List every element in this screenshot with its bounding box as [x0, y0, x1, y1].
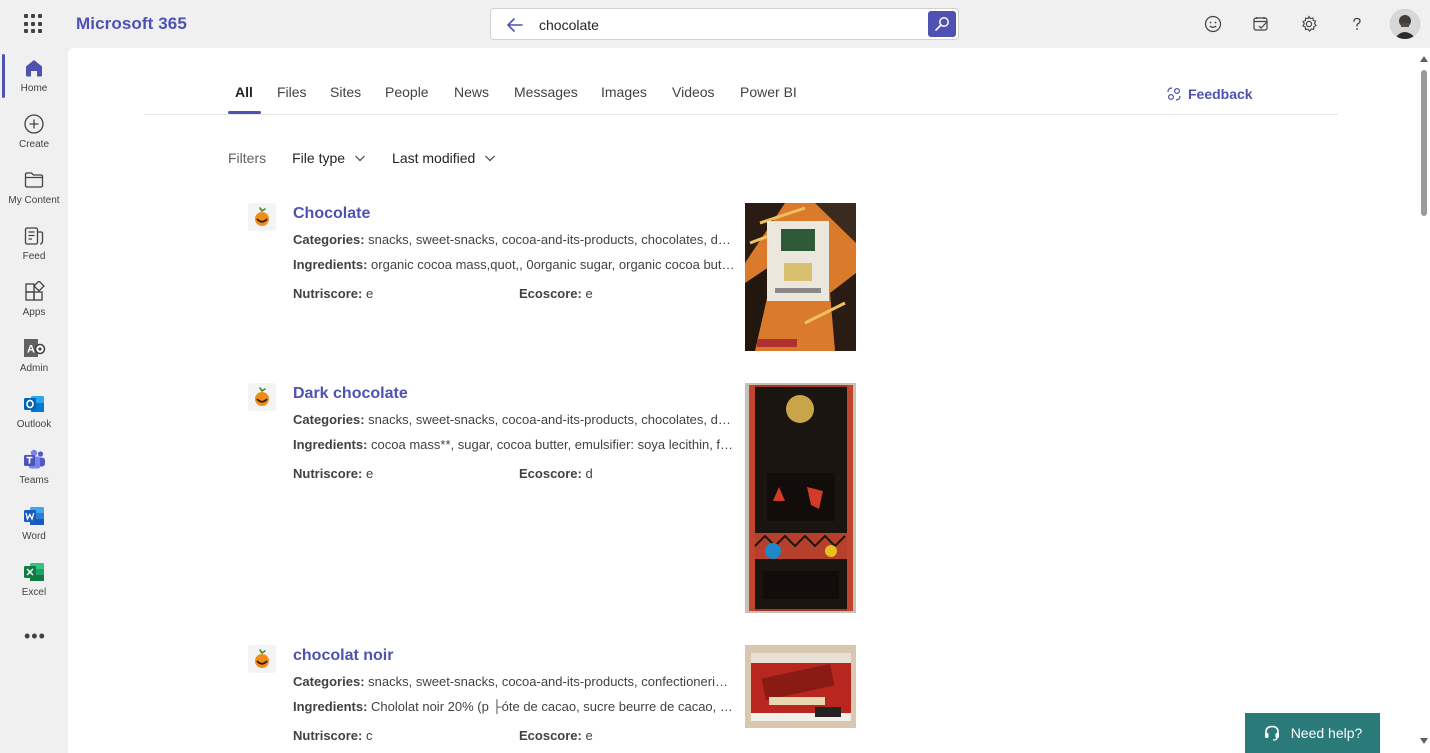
chevron-down-icon: [355, 155, 365, 162]
orange-logo-icon: [248, 203, 276, 231]
result-nutriscore: Nutriscore: e: [293, 466, 374, 481]
teams-icon: [22, 448, 46, 472]
search-button[interactable]: [928, 11, 956, 37]
result-ingredients: Ingredients: cocoa mass**, sugar, cocoa …: [293, 437, 735, 452]
back-arrow-icon[interactable]: [505, 15, 525, 35]
app-launcher-icon[interactable]: [24, 14, 44, 34]
orange-logo-icon: [248, 383, 276, 411]
plus-circle-icon: [22, 112, 46, 136]
product-thumbnail[interactable]: [745, 383, 856, 613]
rail-item-create[interactable]: Create: [0, 104, 68, 160]
rail-label: Create: [18, 139, 49, 150]
excel-icon: [22, 560, 46, 584]
feedback-icon: [1167, 87, 1181, 101]
product-thumbnail[interactable]: [745, 203, 856, 351]
rail-item-apps[interactable]: Apps: [0, 272, 68, 328]
need-help-label: Need help?: [1290, 725, 1363, 741]
result-nutriscore: Nutriscore: e: [293, 286, 374, 301]
feedback-label: Feedback: [1188, 86, 1253, 102]
need-help-button[interactable]: Need help?: [1245, 713, 1380, 753]
file-type-filter[interactable]: File type: [292, 150, 366, 166]
headset-icon: [1264, 725, 1279, 741]
tab-news[interactable]: News: [454, 84, 489, 100]
rail-item-feed[interactable]: Feed: [0, 216, 68, 272]
rail-item-word[interactable]: Word: [0, 496, 68, 552]
folder-icon: [22, 168, 46, 192]
search-icon: [935, 17, 949, 31]
left-rail: Home Create My Content Feed Apps A Admin: [0, 48, 68, 753]
tab-messages[interactable]: Messages: [514, 84, 578, 100]
rail-item-my-content[interactable]: My Content: [0, 160, 68, 216]
more-apps-icon[interactable]: •••: [24, 626, 46, 647]
result-nutriscore: Nutriscore: c: [293, 728, 373, 743]
rail-item-excel[interactable]: Excel: [0, 552, 68, 608]
file-type-label: File type: [292, 150, 346, 166]
result-categories: Categories: snacks, sweet-snacks, cocoa-…: [293, 412, 735, 427]
result-ecoscore: Ecoscore: e: [519, 286, 593, 301]
result-title[interactable]: Dark chocolate: [293, 385, 408, 403]
rail-item-outlook[interactable]: Outlook: [0, 384, 68, 440]
tab-files[interactable]: Files: [277, 84, 307, 100]
rail-label: Excel: [21, 587, 47, 598]
result-ingredients: Ingredients: organic cocoa mass,quot,, 0…: [293, 257, 735, 272]
result-ingredients: Ingredients: Chololat noir 20% (p ├óte d…: [293, 699, 735, 714]
orange-logo-icon: [248, 645, 276, 673]
gear-icon[interactable]: [1298, 13, 1320, 35]
tab-power-bi[interactable]: Power BI: [740, 84, 797, 100]
result-categories: Categories: snacks, sweet-snacks, cocoa-…: [293, 232, 735, 247]
scroll-up-icon[interactable]: [1420, 56, 1428, 62]
brand-title[interactable]: Microsoft 365: [76, 14, 187, 34]
svg-text:A: A: [27, 344, 35, 356]
feed-icon: [22, 224, 46, 248]
admin-icon: A: [22, 336, 46, 360]
result-ecoscore: Ecoscore: e: [519, 728, 593, 743]
tab-sites[interactable]: Sites: [330, 84, 361, 100]
scroll-down-icon[interactable]: [1420, 738, 1428, 744]
avatar[interactable]: [1390, 9, 1420, 39]
chevron-down-icon: [485, 155, 496, 162]
result-categories: Categories: snacks, sweet-snacks, cocoa-…: [293, 674, 735, 689]
tab-images[interactable]: Images: [601, 84, 647, 100]
feedback-button[interactable]: Feedback: [1166, 86, 1253, 102]
filters-bar: Filters File type Last modified: [228, 150, 496, 166]
apps-icon: [22, 280, 46, 304]
rail-label: Feed: [22, 251, 46, 262]
filters-label: Filters: [228, 150, 267, 166]
scroll-thumb[interactable]: [1421, 70, 1427, 216]
tab-people[interactable]: People: [385, 84, 429, 100]
smiley-feedback-icon[interactable]: [1202, 13, 1224, 35]
last-modified-label: Last modified: [392, 150, 476, 166]
top-bar: Microsoft 365 chocolate: [0, 0, 1430, 48]
tab-all[interactable]: All: [235, 84, 253, 100]
help-icon[interactable]: [1346, 13, 1368, 35]
rail-label: Admin: [19, 363, 49, 374]
rail-label: Outlook: [16, 419, 52, 430]
tab-videos[interactable]: Videos: [672, 84, 715, 100]
vertical-scrollbar[interactable]: [1418, 48, 1430, 753]
word-icon: [22, 504, 46, 528]
product-thumbnail[interactable]: [745, 645, 856, 728]
tabs-divider: [144, 114, 1338, 115]
main-panel: All Files Sites People News Messages Ima…: [68, 48, 1418, 753]
result-title[interactable]: chocolat noir: [293, 647, 393, 665]
rail-item-teams[interactable]: Teams: [0, 440, 68, 496]
rail-item-home[interactable]: Home: [0, 48, 68, 104]
rail-label: Word: [22, 531, 46, 542]
rail-label: Home: [20, 83, 48, 94]
whats-new-icon[interactable]: [1250, 13, 1272, 35]
last-modified-filter[interactable]: Last modified: [392, 150, 496, 166]
outlook-icon: [22, 392, 46, 416]
rail-label: My Content: [8, 195, 60, 206]
search-box[interactable]: chocolate: [490, 8, 959, 40]
rail-label: Apps: [22, 307, 46, 318]
rail-item-admin[interactable]: A Admin: [0, 328, 68, 384]
search-input[interactable]: chocolate: [539, 17, 599, 33]
result-ecoscore: Ecoscore: d: [519, 466, 593, 481]
home-icon: [22, 56, 46, 80]
rail-label: Teams: [19, 475, 49, 486]
result-title[interactable]: Chocolate: [293, 205, 370, 223]
